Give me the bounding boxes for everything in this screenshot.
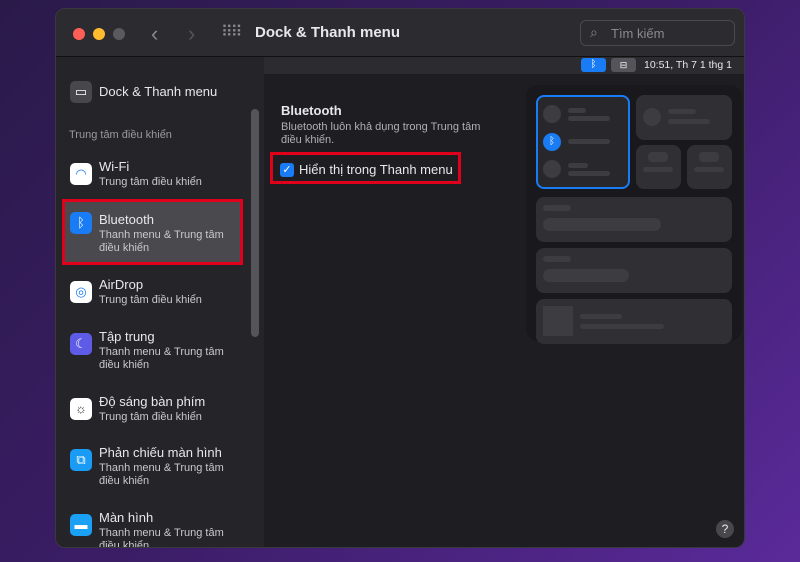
sidebar-item-label: Phản chiếu màn hình — [99, 445, 222, 460]
wifi-icon: ◠ — [70, 163, 92, 185]
sidebar-item-bluetooth[interactable]: ᛒ Bluetooth Thanh menu & Trung tâm điều … — [62, 199, 243, 265]
sidebar-item-sub: Trung tâm điều khiển — [99, 294, 202, 306]
sidebar-item-sub: Trung tâm điều khiển — [99, 411, 202, 423]
title-bar: ‹ › ⠿⠿ Dock & Thanh menu ⌕ Tìm kiếm — [56, 9, 744, 57]
search-icon: ⌕ — [590, 24, 598, 40]
show-in-menubar-checkbox[interactable]: ✓ — [280, 163, 294, 177]
sidebar-item-label: Màn hình — [99, 510, 154, 525]
sidebar-item-sub: Thanh menu & Trung tâm điều khiển — [99, 462, 224, 487]
sidebar-scrollbar[interactable] — [251, 109, 259, 337]
sidebar-item-keyboard-brightness[interactable]: ☼ Độ sáng bàn phím Trung tâm điều khiển — [64, 392, 242, 432]
bluetooth-icon: ᛒ — [70, 212, 92, 234]
sidebar-item-sub: Trung tâm điều khiển — [99, 176, 202, 188]
connectivity-module-preview: ᛒ — [536, 95, 630, 189]
sidebar-item-wifi[interactable]: ◠ Wi-Fi Trung tâm điều khiển — [64, 157, 242, 197]
search-input[interactable]: ⌕ Tìm kiếm — [580, 20, 735, 46]
back-button[interactable]: ‹ — [151, 21, 158, 47]
system-preferences-window: ‹ › ⠿⠿ Dock & Thanh menu ⌕ Tìm kiếm ▭ Doc… — [55, 8, 745, 548]
sidebar: ▭ Dock & Thanh menu Trung tâm điều khiển… — [56, 57, 264, 548]
sidebar-item-focus[interactable]: ☾ Tập trung Thanh menu & Trung tâm điều … — [64, 327, 242, 377]
sidebar-item-label: Wi-Fi — [99, 159, 130, 174]
moon-icon: ☾ — [70, 333, 92, 355]
sidebar-item-sub: Thanh menu & Trung tâm điều khiển — [99, 229, 224, 254]
sidebar-item-label: Dock & Thanh menu — [99, 84, 218, 99]
control-center-icon: ⊟ — [611, 58, 636, 72]
display-icon: ▬ — [70, 514, 92, 536]
dock-icon: ▭ — [70, 81, 92, 103]
keyboard-brightness-icon: ☼ — [70, 398, 92, 420]
menubar-preview: ᛒ ⊟ 10:51, Th 7 1 thg 1 — [264, 57, 744, 74]
bluetooth-icon: ᛒ — [543, 133, 561, 151]
grid-icon[interactable]: ⠿⠿ — [221, 22, 242, 42]
screen-mirroring-icon: ⧉ — [70, 449, 92, 471]
sidebar-item-display[interactable]: ▬ Màn hình Thanh menu & Trung tâm điều k… — [64, 508, 242, 548]
bluetooth-menubar-icon: ᛒ — [581, 58, 606, 72]
menubar-clock: 10:51, Th 7 1 thg 1 — [644, 59, 732, 71]
section-header: Trung tâm điều khiển — [69, 129, 172, 141]
sidebar-item-label: Độ sáng bàn phím — [99, 394, 206, 409]
checkbox-label[interactable]: Hiển thị trong Thanh menu — [299, 162, 453, 177]
section-heading: Bluetooth — [281, 103, 342, 118]
sidebar-item-label: Bluetooth — [99, 212, 154, 227]
minimize-button[interactable] — [93, 28, 105, 40]
airdrop-icon: ◎ — [70, 281, 92, 303]
sidebar-item-dock[interactable]: ▭ Dock & Thanh menu — [64, 79, 242, 109]
sidebar-item-label: AirDrop — [99, 277, 144, 292]
window-title: Dock & Thanh menu — [255, 24, 401, 41]
main-pane: Bluetooth Bluetooth luôn khả dụng trong … — [264, 57, 744, 547]
control-center-preview: ᛒ — [526, 85, 742, 344]
sidebar-item-screen-mirroring[interactable]: ⧉ Phản chiếu màn hình Thanh menu & Trung… — [64, 443, 242, 493]
sidebar-item-label: Tập trung — [99, 329, 155, 344]
zoom-button[interactable] — [113, 28, 125, 40]
section-description: Bluetooth luôn khả dụng trong Trung tâm … — [281, 121, 481, 146]
forward-button[interactable]: › — [188, 21, 195, 47]
close-button[interactable] — [73, 28, 85, 40]
help-button[interactable]: ? — [716, 520, 734, 538]
sidebar-item-airdrop[interactable]: ◎ AirDrop Trung tâm điều khiển — [64, 275, 242, 315]
sidebar-item-sub: Thanh menu & Trung tâm điều khiển — [99, 527, 224, 548]
search-placeholder: Tìm kiếm — [611, 26, 665, 41]
sidebar-item-sub: Thanh menu & Trung tâm điều khiển — [99, 346, 224, 371]
